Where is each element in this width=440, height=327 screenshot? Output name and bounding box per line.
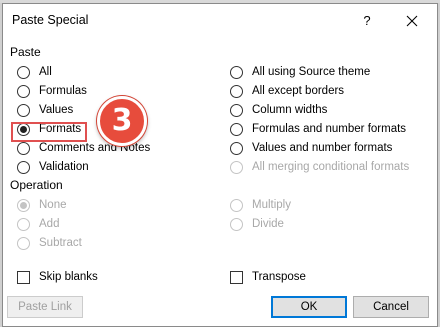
paste-option-label: Values and number formats — [252, 142, 393, 154]
radio-button[interactable] — [17, 160, 30, 174]
paste-option-label: Formulas — [39, 85, 87, 97]
radio-button[interactable] — [17, 84, 30, 98]
radio-button[interactable] — [230, 65, 243, 79]
radio-button-disabled — [230, 198, 243, 212]
paste-option-label: All — [39, 66, 52, 78]
skip-blanks-label: Skip blanks — [39, 271, 98, 283]
operation-option-none: None — [17, 196, 67, 214]
formats-highlight-box — [11, 122, 87, 142]
paste-option-label: Comments and Notes — [39, 142, 151, 154]
paste-option-values[interactable]: Values — [17, 101, 73, 119]
paste-option-label: All using Source theme — [252, 66, 371, 78]
radio-button[interactable] — [230, 122, 243, 136]
radio-button[interactable] — [17, 103, 30, 117]
radio-button-disabled — [17, 217, 30, 231]
cancel-button[interactable]: Cancel — [353, 296, 429, 318]
step-number-badge: 3 — [97, 96, 147, 146]
radio-button[interactable] — [230, 103, 243, 117]
operation-option-multiply: Multiply — [230, 196, 291, 214]
paste-option-values-and-number-formats[interactable]: Values and number formats — [230, 139, 392, 157]
paste-option-label: Values — [39, 104, 74, 116]
paste-option-formulas-and-number-formats[interactable]: Formulas and number formats — [230, 120, 406, 138]
ok-button[interactable]: OK — [271, 296, 347, 318]
operation-option-subtract: Subtract — [17, 234, 82, 252]
paste-link-button: Paste Link — [7, 296, 83, 318]
radio-button-disabled — [230, 217, 243, 231]
close-button[interactable] — [400, 9, 424, 33]
paste-option-all-using-source-theme[interactable]: All using Source theme — [230, 63, 370, 81]
radio-button[interactable] — [230, 84, 243, 98]
operation-option-label: Divide — [252, 218, 284, 230]
radio-button[interactable] — [17, 65, 30, 79]
paste-option-all-merging-conditional-formats: All merging conditional formats — [230, 158, 409, 176]
close-icon — [406, 15, 418, 27]
help-button[interactable]: ? — [355, 9, 379, 33]
paste-special-dialog: Paste Special ? Paste All Formulas Value… — [2, 3, 438, 327]
transpose-checkbox[interactable] — [230, 270, 243, 284]
paste-group-label: Paste — [10, 45, 41, 59]
transpose-label: Transpose — [252, 271, 306, 283]
radio-button-disabled — [230, 160, 243, 174]
operation-option-divide: Divide — [230, 215, 284, 233]
radio-button-disabled — [17, 236, 30, 250]
radio-button[interactable] — [17, 141, 30, 155]
paste-option-all[interactable]: All — [17, 63, 52, 81]
skip-blanks-checkbox-row[interactable]: Skip blanks — [17, 268, 98, 286]
operation-option-label: None — [39, 199, 67, 211]
paste-option-label: All merging conditional formats — [252, 161, 410, 173]
radio-button-disabled — [17, 198, 30, 212]
skip-blanks-checkbox[interactable] — [17, 270, 30, 284]
paste-option-label: Formulas and number formats — [252, 123, 407, 135]
dialog-title: Paste Special — [12, 13, 89, 27]
operation-option-add: Add — [17, 215, 59, 233]
paste-option-label: Column widths — [252, 104, 328, 116]
paste-option-validation[interactable]: Validation — [17, 158, 89, 176]
operation-group-label: Operation — [10, 178, 63, 192]
paste-option-formulas[interactable]: Formulas — [17, 82, 87, 100]
operation-option-label: Multiply — [252, 199, 291, 211]
operation-option-label: Add — [39, 218, 60, 230]
paste-option-label: Validation — [39, 161, 89, 173]
paste-option-all-except-borders[interactable]: All except borders — [230, 82, 344, 100]
radio-button[interactable] — [230, 141, 243, 155]
paste-option-column-widths[interactable]: Column widths — [230, 101, 327, 119]
dialog-titlebar[interactable]: Paste Special ? — [3, 4, 437, 38]
paste-option-label: All except borders — [252, 85, 345, 97]
transpose-checkbox-row[interactable]: Transpose — [230, 268, 306, 286]
operation-option-label: Subtract — [39, 237, 82, 249]
